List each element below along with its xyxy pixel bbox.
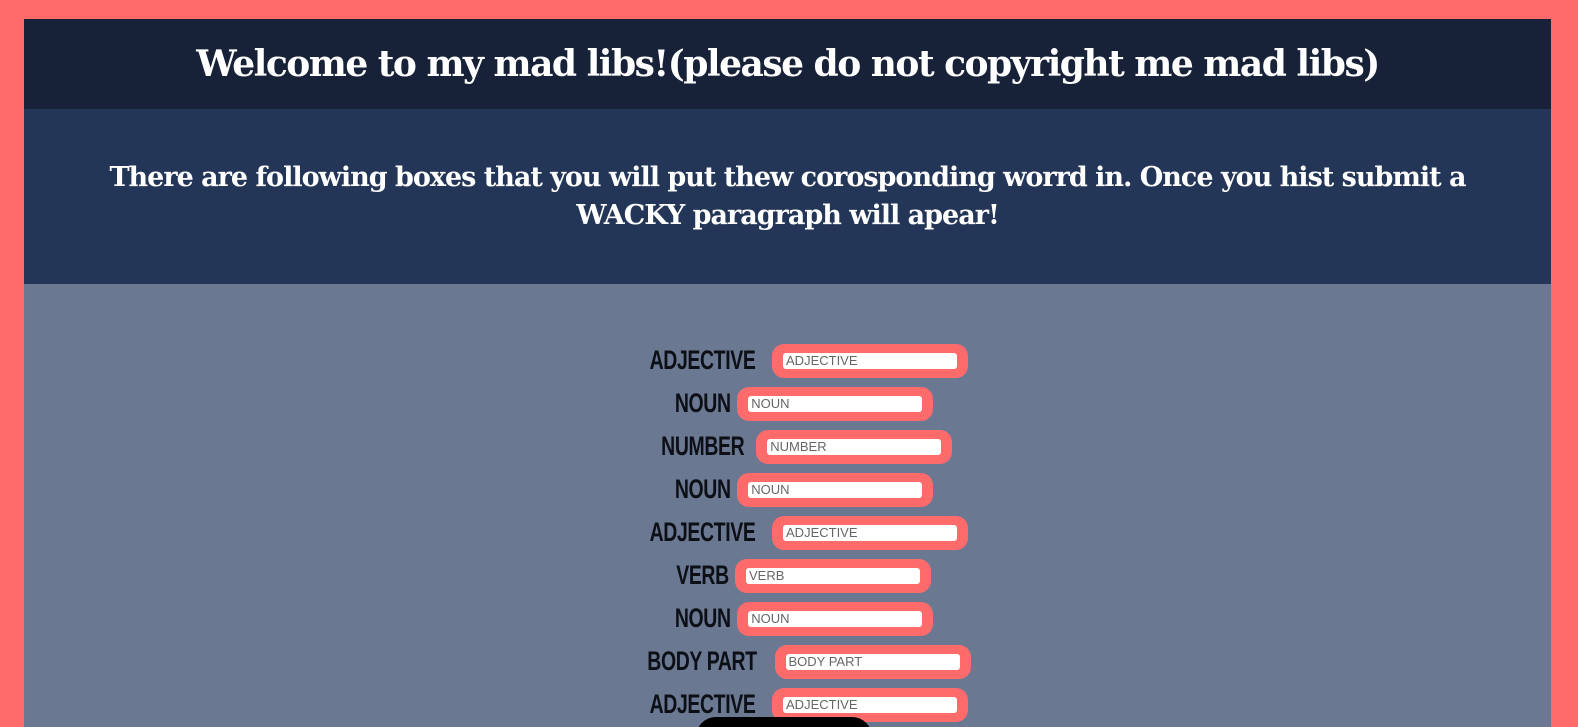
noun-input[interactable] [748, 395, 923, 412]
input-wrapper [772, 515, 969, 550]
field-label: Adjective [649, 345, 756, 375]
input-wrapper [737, 386, 934, 421]
field-label: Noun [674, 603, 731, 633]
field-label: Noun [674, 474, 731, 504]
field-label: Number [660, 431, 745, 461]
submit-button[interactable] [696, 717, 872, 727]
field-row: Body Part [46, 640, 1551, 683]
input-wrapper [756, 429, 953, 464]
adjective-input[interactable] [783, 352, 958, 369]
page-frame: Welcome to my mad libs!(please do not co… [24, 19, 1551, 727]
adjective-input[interactable] [783, 524, 958, 541]
noun-input[interactable] [748, 481, 923, 498]
field-label: Noun [674, 388, 731, 418]
field-label: Adjective [649, 517, 756, 547]
field-row: Noun [46, 597, 1551, 640]
body-part-input[interactable] [785, 653, 960, 670]
noun-input[interactable] [748, 610, 923, 627]
field-row: Adjective [46, 511, 1551, 554]
number-input[interactable] [767, 438, 942, 455]
verb-input[interactable] [746, 567, 920, 584]
input-wrapper [772, 343, 969, 378]
field-label: Body Part [647, 646, 758, 676]
adjective-input[interactable] [783, 696, 958, 713]
field-row: Noun [46, 382, 1551, 425]
input-wrapper [737, 601, 934, 636]
madlibs-form: Adjective Noun Number Noun Adjective [24, 284, 1551, 727]
input-wrapper [774, 644, 971, 679]
input-wrapper [735, 558, 931, 593]
field-row: Noun [46, 468, 1551, 511]
intro-section: There are following boxes that you will … [24, 109, 1551, 284]
page-title: Welcome to my mad libs!(please do not co… [196, 43, 1380, 85]
field-label: Verb [676, 560, 729, 590]
field-row: Verb [46, 554, 1551, 597]
field-label: Adjective [649, 689, 756, 719]
field-row: Adjective [46, 339, 1551, 382]
input-wrapper [737, 472, 934, 507]
field-row: Number [46, 425, 1551, 468]
intro-text: There are following boxes that you will … [109, 161, 1466, 231]
page-header: Welcome to my mad libs!(please do not co… [24, 19, 1551, 109]
